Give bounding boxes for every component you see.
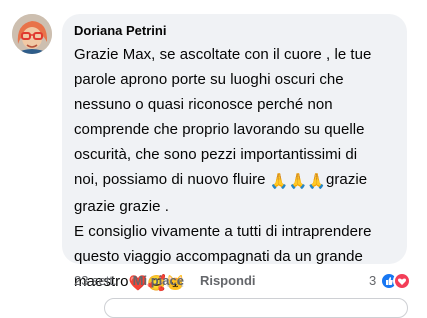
comment-line: nessuno o quasi riconosce perché non <box>74 96 333 113</box>
comment-author[interactable]: Doriana Petrini <box>74 22 395 40</box>
comment-line: parole aprono porte su luoghi oscuri che <box>74 71 344 88</box>
comment-line: questo viaggio accompagnati da un grande <box>74 248 363 265</box>
pray-emoji: 🙏 <box>288 173 308 190</box>
reply-button[interactable]: Rispondi <box>200 272 256 290</box>
reply-input[interactable] <box>104 298 408 318</box>
comment-line-text: noi, possiamo di nuovo fluire <box>74 171 266 188</box>
comment-line: grazie grazie . <box>74 198 169 215</box>
comment-line-text: grazie <box>325 171 368 188</box>
comment-text: Grazie Max, se ascoltate con il cuore , … <box>74 42 395 296</box>
comment-line: oscurità, che sono pezzi importantissimi… <box>74 146 358 163</box>
comment-bubble: Doriana Petrini Grazie Max, se ascoltate… <box>62 14 407 292</box>
comment-line: E consiglio vivamente a tutti di intrapr… <box>74 223 372 240</box>
comment-line: Grazie Max, se ascoltate con il cuore , … <box>74 46 372 63</box>
reactions-summary[interactable]: 3 <box>369 271 412 291</box>
like-button[interactable]: Mi piace <box>133 272 184 290</box>
love-reaction-icon <box>393 272 412 290</box>
comment-line: comprende che proprio lavorando su quell… <box>74 121 365 138</box>
author-avatar[interactable] <box>12 14 52 54</box>
reaction-count: 3 <box>369 273 377 288</box>
comment-timestamp[interactable]: 23 sett. <box>74 272 117 290</box>
pray-emoji: 🙏 <box>307 173 326 190</box>
pray-emoji: 🙏 <box>269 173 289 190</box>
comment-actions: 23 sett. Mi piace Rispondi <box>74 272 256 290</box>
avatar-image <box>12 14 52 54</box>
comment-line-with-emoji: noi, possiamo di nuovo fluire 🙏🙏🙏grazie <box>74 167 395 194</box>
